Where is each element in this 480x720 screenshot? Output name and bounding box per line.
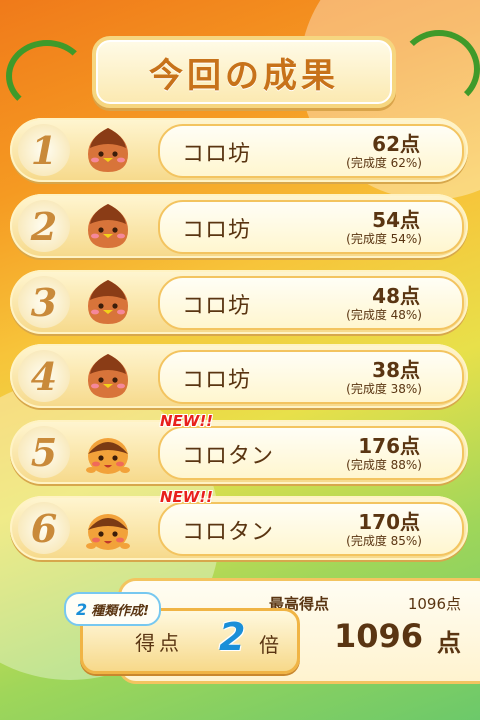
score-value: 170点 <box>358 510 420 534</box>
completion-value: (完成度 88%) <box>346 458 422 472</box>
completion-value: (完成度 38%) <box>346 382 422 396</box>
result-row: 1 コロ坊 62点 (完成度 62%) <box>10 118 468 182</box>
character-name: コロ坊 <box>182 294 252 319</box>
character-name: コロタン <box>182 444 275 469</box>
result-info: コロ坊 54点 (完成度 54%) <box>158 200 464 254</box>
rank-number: 6 <box>18 502 70 554</box>
bonus-multiplier: 2 <box>219 615 246 659</box>
result-row: 3 コロ坊 48点 (完成度 48%) <box>10 270 468 334</box>
new-badge: NEW!! <box>160 488 214 506</box>
total-score-unit: 点 <box>437 629 461 657</box>
rank-number: 1 <box>18 124 70 176</box>
chestnut-bou-icon <box>82 350 134 402</box>
result-row: 4 コロ坊 38点 (完成度 38%) <box>10 344 468 408</box>
bonus-tag: 2 種類作成! <box>64 592 162 626</box>
score-value: 62点 <box>372 132 420 156</box>
rank-number: 5 <box>18 426 70 478</box>
chestnut-bou-icon <box>82 276 134 328</box>
chestnut-tan-icon <box>82 426 134 478</box>
best-score-value: 1096点 <box>407 595 461 613</box>
result-row: 2 コロ坊 54点 (完成度 54%) <box>10 194 468 258</box>
completion-value: (完成度 54%) <box>346 232 422 246</box>
bonus-unit: 倍 <box>259 633 279 657</box>
result-row: 6 コロタン 170点 (完成度 85%) NEW!! <box>10 488 468 560</box>
result-screen: 今回の成果 1 コロ坊 62点 (完成度 62%) 2 コロ坊 54点 (完成度 54%) 3 コ… <box>0 0 480 720</box>
character-name: コロ坊 <box>182 218 252 243</box>
bonus-tag-text: 種類作成! <box>91 603 150 619</box>
rank-number: 4 <box>18 350 70 402</box>
result-row: 5 コロタン 176点 (完成度 88%) NEW!! <box>10 412 468 484</box>
result-info: コロタン 176点 (完成度 88%) <box>158 426 464 480</box>
page-title: 今回の成果 <box>149 55 339 96</box>
rank-number: 2 <box>18 200 70 252</box>
score-value: 38点 <box>372 358 420 382</box>
completion-value: (完成度 85%) <box>346 534 422 548</box>
score-value: 48点 <box>372 284 420 308</box>
result-info: コロ坊 62点 (完成度 62%) <box>158 124 464 178</box>
bonus-count: 2 <box>76 599 88 619</box>
chestnut-bou-icon <box>82 200 134 252</box>
score-value: 176点 <box>358 434 420 458</box>
title-plate: 今回の成果 <box>92 36 396 108</box>
completion-value: (完成度 48%) <box>346 308 422 322</box>
new-badge: NEW!! <box>160 412 214 430</box>
result-info: コロ坊 38点 (完成度 38%) <box>158 350 464 404</box>
completion-value: (完成度 62%) <box>346 156 422 170</box>
bonus-label: 得点 <box>135 631 183 655</box>
character-name: コロ坊 <box>182 368 252 393</box>
rank-number: 3 <box>18 276 70 328</box>
chestnut-bou-icon <box>82 124 134 176</box>
total-score-value: 1096 <box>333 617 423 655</box>
character-name: コロタン <box>182 520 275 545</box>
character-name: コロ坊 <box>182 142 252 167</box>
vine-decoration-left <box>6 40 88 112</box>
chestnut-tan-icon <box>82 502 134 554</box>
result-info: コロ坊 48点 (完成度 48%) <box>158 276 464 330</box>
result-info: コロタン 170点 (完成度 85%) <box>158 502 464 556</box>
score-value: 54点 <box>372 208 420 232</box>
vine-decoration-right <box>398 30 480 108</box>
